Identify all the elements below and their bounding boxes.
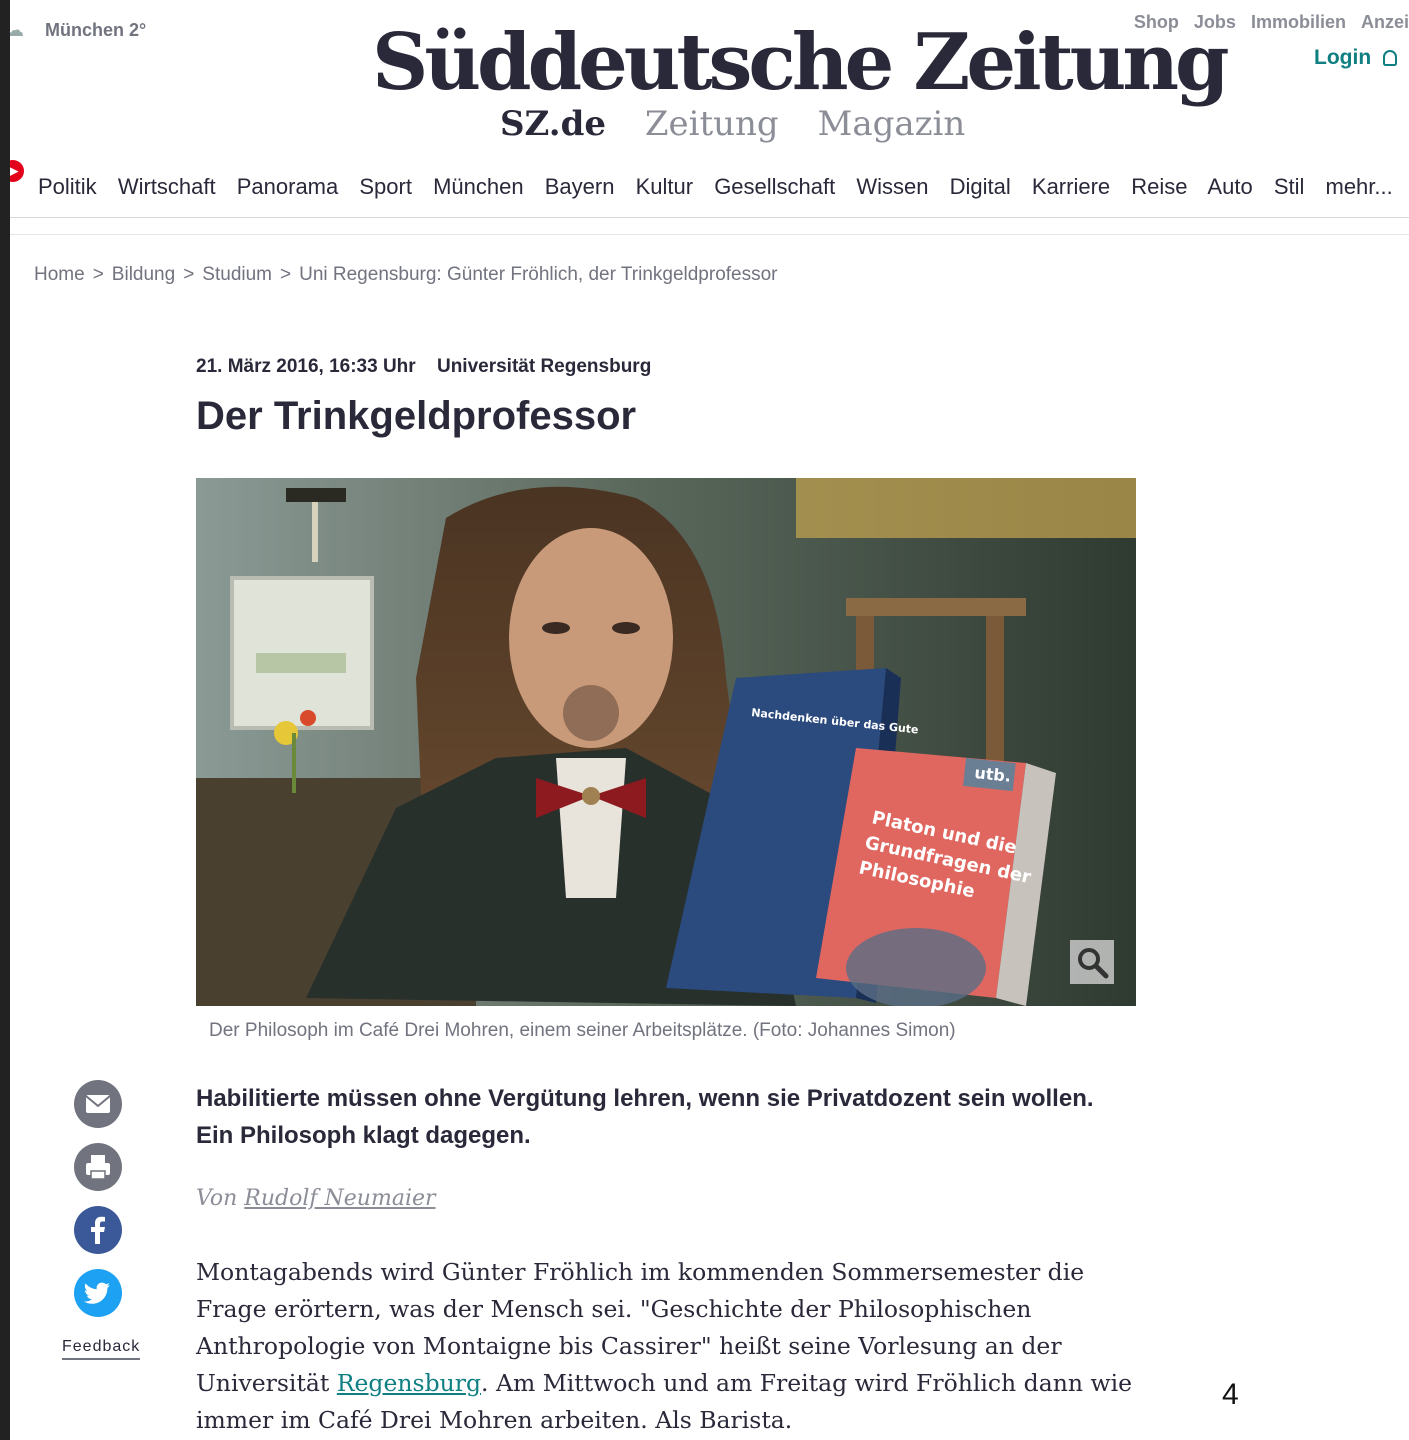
printer-icon <box>86 1155 110 1180</box>
subnav-zeitung[interactable]: Zeitung <box>645 104 779 144</box>
nav-item-sport[interactable]: Sport <box>359 174 412 199</box>
magnifier-icon <box>1078 948 1109 979</box>
nav-item-karriere[interactable]: Karriere <box>1032 174 1110 199</box>
weather-icon: ☁ <box>10 20 24 40</box>
envelope-icon <box>85 1095 111 1113</box>
feedback-link[interactable]: Feedback <box>62 1338 141 1360</box>
nav-item-kultur[interactable]: Kultur <box>636 174 693 199</box>
service-links: Shop Jobs Immobilien Anzei <box>1124 12 1409 33</box>
nav-item-auto[interactable]: Auto <box>1207 174 1252 199</box>
main-navigation: ▶ Politik Wirtschaft Panorama Sport Münc… <box>10 160 1409 218</box>
breadcrumb-bildung[interactable]: Bildung <box>112 264 175 285</box>
breadcrumb: Home > Bildung > Studium > Uni Regensburg: Gün… <box>34 264 778 286</box>
nav-item-wissen[interactable]: Wissen <box>856 174 928 199</box>
byline: Von Rudolf Neumaier <box>196 1186 436 1211</box>
login-button[interactable]: Login <box>1314 46 1397 70</box>
breadcrumb-studium[interactable]: Studium <box>202 264 272 285</box>
link-immobilien[interactable]: Immobilien <box>1251 12 1346 32</box>
nav-item-wirtschaft[interactable]: Wirtschaft <box>118 174 216 199</box>
login-label: Login <box>1314 46 1372 69</box>
photo-caption: Der Philosoph im Café Drei Mohren, einem… <box>209 1020 956 1041</box>
subnav-magazin[interactable]: Magazin <box>818 104 966 144</box>
page: ☁ München 2° Süddeutsche Zeitung SZ.de Z… <box>10 0 1409 1440</box>
breadcrumb-home[interactable]: Home <box>34 264 85 285</box>
site-logo[interactable]: Süddeutsche Zeitung <box>372 18 1230 108</box>
article-photo[interactable]: Nachdenken über das Gute utb. Platon und… <box>196 478 1136 1006</box>
nav-item-panorama[interactable]: Panorama <box>237 174 339 199</box>
subnav-sz-de[interactable]: SZ.de <box>500 104 606 144</box>
live-badge-icon[interactable]: ▶ <box>10 160 24 182</box>
weather-widget[interactable]: ☁ München 2° <box>10 20 146 41</box>
twitter-icon <box>83 1282 110 1304</box>
author-link[interactable]: Rudolf Neumaier <box>244 1186 435 1211</box>
zoom-button[interactable] <box>1070 940 1114 984</box>
user-icon <box>1383 50 1397 67</box>
nav-item-politik[interactable]: Politik <box>38 174 97 199</box>
regensburg-link[interactable]: Regensburg <box>337 1369 481 1397</box>
nav-items: Politik Wirtschaft Panorama Sport Münche… <box>38 174 1408 200</box>
article-headline: Der Trinkgeldprofessor <box>196 394 637 438</box>
breadcrumb-separator: > <box>280 264 292 285</box>
link-shop[interactable]: Shop <box>1134 12 1179 32</box>
share-email-button[interactable] <box>74 1080 122 1128</box>
share-facebook-button[interactable] <box>74 1206 122 1254</box>
link-anzeigen[interactable]: Anzei <box>1361 12 1409 32</box>
article-body: Montagabends wird Günter Fröhlich im kom… <box>196 1254 1136 1439</box>
breadcrumb-current: Uni Regensburg: Günter Fröhlich, der Tri… <box>299 264 778 285</box>
nav-item-mehr[interactable]: mehr... <box>1326 174 1393 199</box>
publication-switcher: SZ.de Zeitung Magazin <box>500 104 993 144</box>
share-twitter-button[interactable] <box>74 1269 122 1317</box>
facebook-icon <box>91 1216 105 1244</box>
link-jobs[interactable]: Jobs <box>1194 12 1236 32</box>
nav-item-digital[interactable]: Digital <box>950 174 1011 199</box>
nav-item-gesellschaft[interactable]: Gesellschaft <box>714 174 835 199</box>
article-keyword: Universität Regensburg <box>436 356 652 377</box>
breadcrumb-separator: > <box>92 264 104 285</box>
print-button[interactable] <box>74 1143 122 1191</box>
photo-illustration: Nachdenken über das Gute utb. Platon und… <box>196 478 1136 1006</box>
article-teaser: Habilitierte müssen ohne Vergütung lehre… <box>196 1085 1094 1149</box>
page-number: 4 <box>1222 1378 1239 1411</box>
breadcrumb-separator: > <box>183 264 195 285</box>
byline-prefix: Von <box>196 1186 238 1211</box>
nav-item-reise[interactable]: Reise <box>1131 174 1187 199</box>
nav-item-bayern[interactable]: Bayern <box>545 174 615 199</box>
nav-item-stil[interactable]: Stil <box>1274 174 1305 199</box>
article-date: 21. März 2016, 16:33 Uhr <box>196 356 416 377</box>
book2-publisher: utb. <box>974 763 1012 786</box>
weather-text: München 2° <box>45 20 147 40</box>
divider <box>10 234 1409 235</box>
article-meta: 21. März 2016, 16:33 Uhr Universität Reg… <box>196 356 651 378</box>
nav-item-muenchen[interactable]: München <box>433 174 524 199</box>
